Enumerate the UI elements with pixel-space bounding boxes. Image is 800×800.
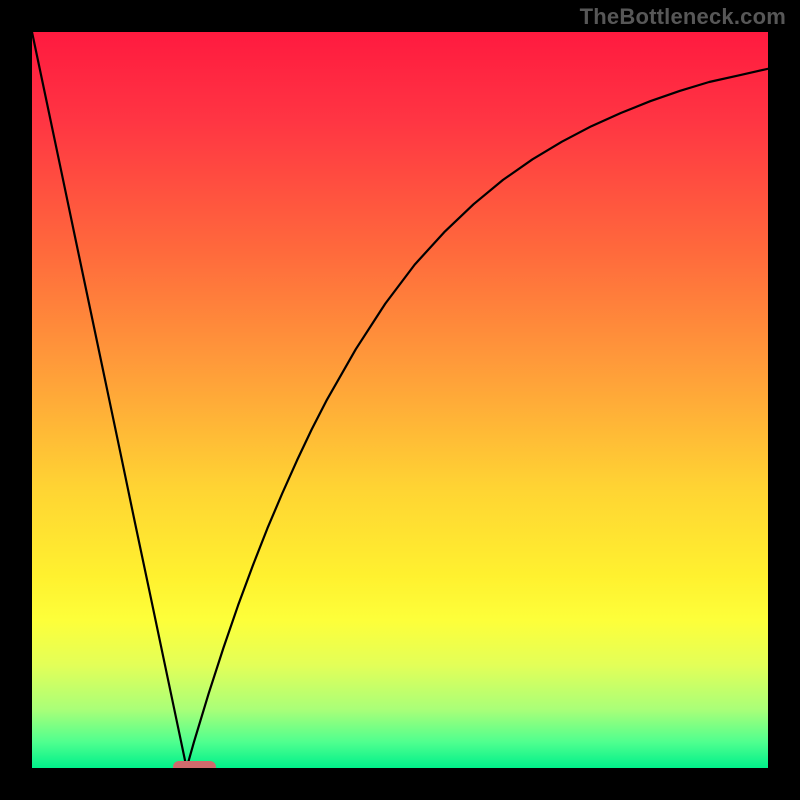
- optimum-marker: [173, 761, 216, 768]
- watermark-label: TheBottleneck.com: [580, 4, 786, 30]
- plot-area: [32, 32, 768, 768]
- bottleneck-curve: [32, 32, 768, 768]
- chart-frame: TheBottleneck.com: [0, 0, 800, 800]
